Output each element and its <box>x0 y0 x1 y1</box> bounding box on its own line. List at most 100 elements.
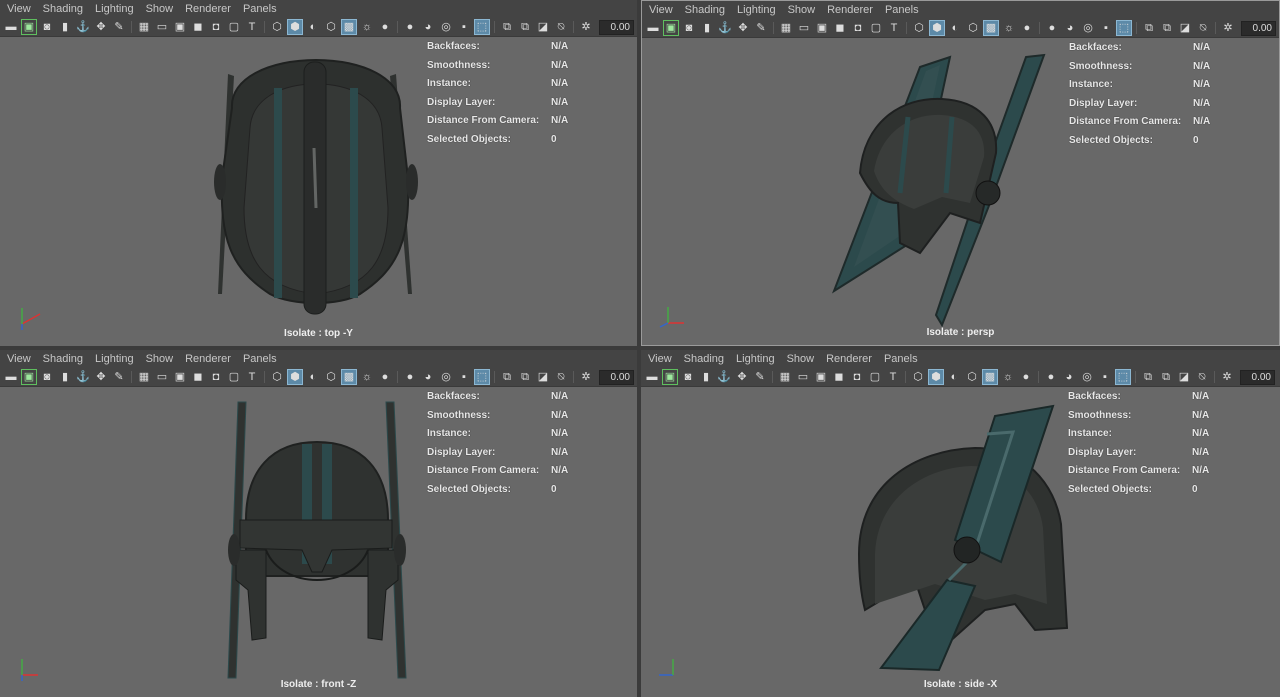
anti-aliasing-icon[interactable]: ◎ <box>439 20 453 34</box>
menu-shading[interactable]: Shading <box>38 353 90 365</box>
safe-action-icon[interactable]: ▢ <box>227 370 241 384</box>
2d-pan-zoom-icon[interactable]: ✥ <box>735 370 749 384</box>
2d-pan-zoom-icon[interactable]: ✥ <box>736 21 750 35</box>
resolution-gate-icon[interactable]: ▣ <box>173 370 187 384</box>
exposure-reset-icon[interactable]: ✲ <box>1220 370 1234 384</box>
anti-aliasing-icon[interactable]: ◎ <box>1080 370 1094 384</box>
select-camera-icon[interactable]: ▬ <box>646 21 660 35</box>
gate-mask-icon[interactable]: ◼ <box>832 370 846 384</box>
film-gate-icon[interactable]: ▭ <box>155 370 169 384</box>
depth-of-field-icon[interactable]: ▪ <box>457 20 471 34</box>
image-plane-icon[interactable]: ⚓ <box>717 370 731 384</box>
resolution-gate-icon[interactable]: ▣ <box>814 370 828 384</box>
bookmark-camera-icon[interactable]: ◙ <box>681 370 695 384</box>
exposure-field[interactable]: 0.00 <box>599 369 634 385</box>
bookmark-camera-icon[interactable]: ◙ <box>40 370 54 384</box>
use-default-material-icon[interactable]: ◐ <box>306 370 320 384</box>
viewport-side[interactable]: View Shading Lighting Show Renderer Pane… <box>641 350 1280 697</box>
all-lights-icon[interactable]: ☼ <box>1002 21 1016 35</box>
grease-pencil-icon[interactable]: ✎ <box>112 370 126 384</box>
grid-icon[interactable]: ▦ <box>137 20 151 34</box>
gate-mask-icon[interactable]: ◼ <box>191 20 205 34</box>
xray-icon[interactable]: ▩ <box>341 369 357 385</box>
motion-blur-icon[interactable]: ◕ <box>421 20 435 34</box>
film-gate-icon[interactable]: ▭ <box>796 370 810 384</box>
all-lights-icon[interactable]: ☼ <box>360 370 374 384</box>
menu-show[interactable]: Show <box>141 3 181 15</box>
depth-of-field-icon[interactable]: ▪ <box>1098 370 1112 384</box>
image-plane-icon[interactable]: ⚓ <box>76 20 90 34</box>
menu-lighting[interactable]: Lighting <box>732 4 783 16</box>
menu-shading[interactable]: Shading <box>38 3 90 15</box>
bookmark-camera-icon[interactable]: ◙ <box>40 20 54 34</box>
isolate-select-icon[interactable]: ⬚ <box>474 369 490 385</box>
film-gate-icon[interactable]: ▭ <box>797 21 811 35</box>
xray-joints-icon[interactable]: ⧉ <box>500 20 514 34</box>
field-chart-icon[interactable]: ◘ <box>209 20 223 34</box>
field-chart-icon[interactable]: ◘ <box>850 370 864 384</box>
menu-show[interactable]: Show <box>141 353 181 365</box>
exposure-field[interactable]: 0.00 <box>599 19 634 35</box>
screen-space-ao-icon[interactable]: ● <box>1044 370 1058 384</box>
bookmark-icon[interactable]: ▮ <box>700 21 714 35</box>
shadows-icon[interactable]: ● <box>1019 370 1033 384</box>
exposure-field[interactable]: 0.00 <box>1241 20 1276 36</box>
xray-joints-icon[interactable]: ⧉ <box>1141 370 1155 384</box>
xray-active-icon[interactable]: ⧉ <box>518 20 532 34</box>
menu-lighting[interactable]: Lighting <box>731 353 782 365</box>
wireframe-icon[interactable]: ⬡ <box>911 370 925 384</box>
menu-view[interactable]: View <box>643 353 679 365</box>
motion-blur-icon[interactable]: ◕ <box>421 370 435 384</box>
select-camera-icon[interactable]: ▬ <box>645 370 659 384</box>
isolate-select-icon[interactable]: ⬚ <box>1116 20 1132 36</box>
gamma-icon[interactable]: ⍉ <box>554 370 568 384</box>
exposure-icon[interactable]: ◪ <box>536 20 550 34</box>
menu-view[interactable]: View <box>2 353 38 365</box>
resolution-gate-icon[interactable]: ▣ <box>173 20 187 34</box>
menu-shading[interactable]: Shading <box>680 4 732 16</box>
camera-attributes-icon[interactable]: ▣ <box>663 20 679 36</box>
wireframe-on-shaded-icon[interactable]: ⬡ <box>965 370 979 384</box>
viewport-persp[interactable]: View Shading Lighting Show Renderer Pane… <box>641 0 1280 346</box>
safe-action-icon[interactable]: ▢ <box>868 370 882 384</box>
menu-renderer[interactable]: Renderer <box>822 4 880 16</box>
screen-space-ao-icon[interactable]: ● <box>1045 21 1059 35</box>
viewport-top[interactable]: View Shading Lighting Show Renderer Pane… <box>0 0 637 346</box>
film-gate-icon[interactable]: ▭ <box>155 20 169 34</box>
grease-pencil-icon[interactable]: ✎ <box>112 20 126 34</box>
menu-panels[interactable]: Panels <box>880 4 926 16</box>
camera-attributes-icon[interactable]: ▣ <box>21 369 37 385</box>
safe-action-icon[interactable]: ▢ <box>869 21 883 35</box>
xray-active-icon[interactable]: ⧉ <box>518 370 532 384</box>
menu-lighting[interactable]: Lighting <box>90 353 141 365</box>
gamma-icon[interactable]: ⍉ <box>1195 370 1209 384</box>
bookmark-icon[interactable]: ▮ <box>699 370 713 384</box>
safe-title-icon[interactable]: T <box>245 20 259 34</box>
grease-pencil-icon[interactable]: ✎ <box>754 21 768 35</box>
safe-title-icon[interactable]: T <box>886 370 900 384</box>
2d-pan-zoom-icon[interactable]: ✥ <box>94 20 108 34</box>
safe-title-icon[interactable]: T <box>887 21 901 35</box>
gamma-icon[interactable]: ⍉ <box>554 20 568 34</box>
menu-panels[interactable]: Panels <box>879 353 925 365</box>
exposure-icon[interactable]: ◪ <box>536 370 550 384</box>
menu-view[interactable]: View <box>2 3 38 15</box>
wireframe-on-shaded-icon[interactable]: ⬡ <box>324 20 338 34</box>
use-default-material-icon[interactable]: ◐ <box>947 370 961 384</box>
menu-renderer[interactable]: Renderer <box>180 3 238 15</box>
xray-joints-icon[interactable]: ⧉ <box>1142 21 1156 35</box>
shadows-icon[interactable]: ● <box>1020 21 1034 35</box>
anti-aliasing-icon[interactable]: ◎ <box>439 370 453 384</box>
wireframe-on-shaded-icon[interactable]: ⬡ <box>966 21 980 35</box>
bookmark-icon[interactable]: ▮ <box>58 20 72 34</box>
gate-mask-icon[interactable]: ◼ <box>191 370 205 384</box>
menu-renderer[interactable]: Renderer <box>821 353 879 365</box>
shadows-icon[interactable]: ● <box>378 370 392 384</box>
select-camera-icon[interactable]: ▬ <box>4 20 18 34</box>
resolution-gate-icon[interactable]: ▣ <box>815 21 829 35</box>
viewport-front[interactable]: View Shading Lighting Show Renderer Pane… <box>0 350 637 697</box>
menu-show[interactable]: Show <box>783 4 823 16</box>
screen-space-ao-icon[interactable]: ● <box>403 370 417 384</box>
smooth-shade-icon[interactable]: ⬢ <box>287 369 303 385</box>
xray-active-icon[interactable]: ⧉ <box>1160 21 1174 35</box>
